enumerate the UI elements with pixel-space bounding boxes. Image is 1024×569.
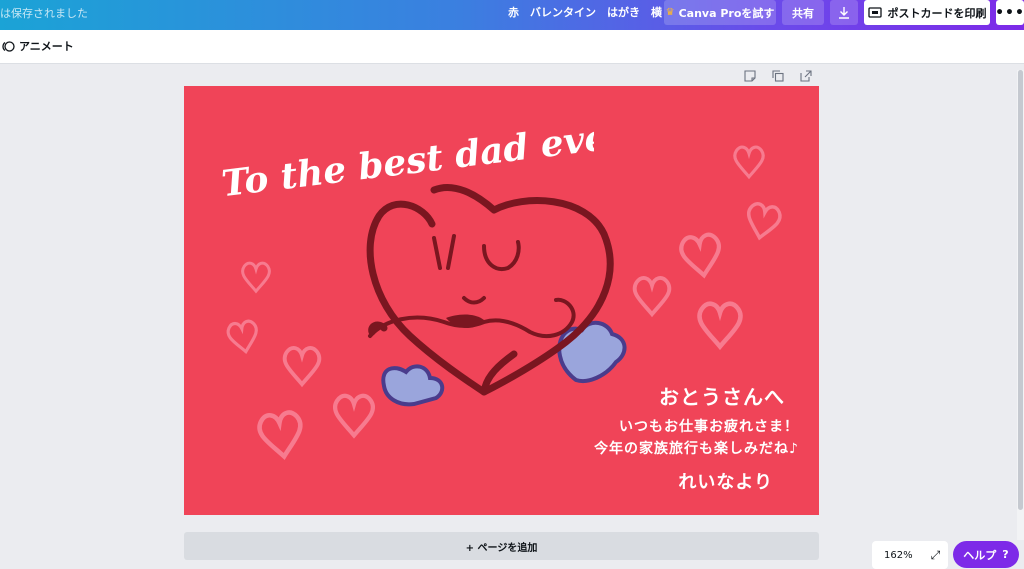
- animate-button[interactable]: アニメート: [2, 38, 74, 54]
- greeting-text: おとうさんへ: [659, 385, 785, 409]
- add-page-label: + ページを追加: [465, 542, 538, 554]
- print-icon: [867, 7, 882, 18]
- help-button[interactable]: ヘルプ ?: [953, 541, 1019, 568]
- animate-label: アニメート: [19, 40, 74, 53]
- share-button[interactable]: 共有: [782, 0, 824, 25]
- print-postcard-label: ポストカードを印刷: [887, 6, 987, 20]
- saved-status: は保存されました: [0, 7, 88, 20]
- message-block[interactable]: おとうさんへ いつもお仕事お疲れさま！ 今年の家族旅行も楽しみだね♪ れいなより: [544, 381, 799, 494]
- editor-toolbar: アニメート: [0, 30, 1024, 64]
- message-line-1: いつもお仕事お疲れさま！: [619, 419, 799, 435]
- crown-icon: ♛: [665, 7, 675, 18]
- add-page-icon[interactable]: [800, 67, 814, 82]
- document-title[interactable]: 赤 バレンタイン はがき 横: [508, 4, 662, 20]
- note-icon[interactable]: [744, 67, 758, 82]
- add-page-button[interactable]: + ページを追加: [184, 532, 819, 560]
- postcard-design[interactable]: To the best dad ever! おとうさんへ いつもお仕事お疲れさま…: [184, 86, 819, 515]
- expand-icon[interactable]: ⤢: [931, 548, 941, 563]
- signature-text: れいなより: [678, 472, 773, 493]
- try-canva-pro-button[interactable]: ♛ Canva Proを試す: [664, 0, 776, 25]
- more-button[interactable]: •••: [995, 0, 1024, 25]
- headline-text[interactable]: To the best dad ever!: [214, 118, 594, 198]
- download-icon: [839, 7, 849, 19]
- zoom-level[interactable]: 162%: [884, 550, 913, 561]
- scrollbar-thumb[interactable]: [1018, 70, 1023, 510]
- page-tools: [744, 67, 814, 82]
- print-postcard-button[interactable]: ポストカードを印刷: [864, 0, 990, 25]
- more-icon: •••: [995, 4, 1024, 21]
- duplicate-icon[interactable]: [772, 67, 786, 82]
- top-bar: は保存されました 赤 バレンタイン はがき 横 ♛ Canva Proを試す 共…: [0, 0, 1024, 30]
- animate-icon: [2, 40, 15, 52]
- try-canva-pro-label: Canva Proを試す: [678, 6, 775, 20]
- share-label: 共有: [792, 6, 814, 20]
- zoom-control[interactable]: 162% ⤢: [872, 541, 948, 569]
- help-label: ヘルプ: [963, 548, 997, 562]
- help-question-icon: ?: [1002, 548, 1009, 561]
- headline-label: To the best dad ever!: [219, 118, 594, 198]
- download-button[interactable]: [830, 0, 858, 25]
- message-line-2: 今年の家族旅行も楽しみだね♪: [594, 441, 799, 457]
